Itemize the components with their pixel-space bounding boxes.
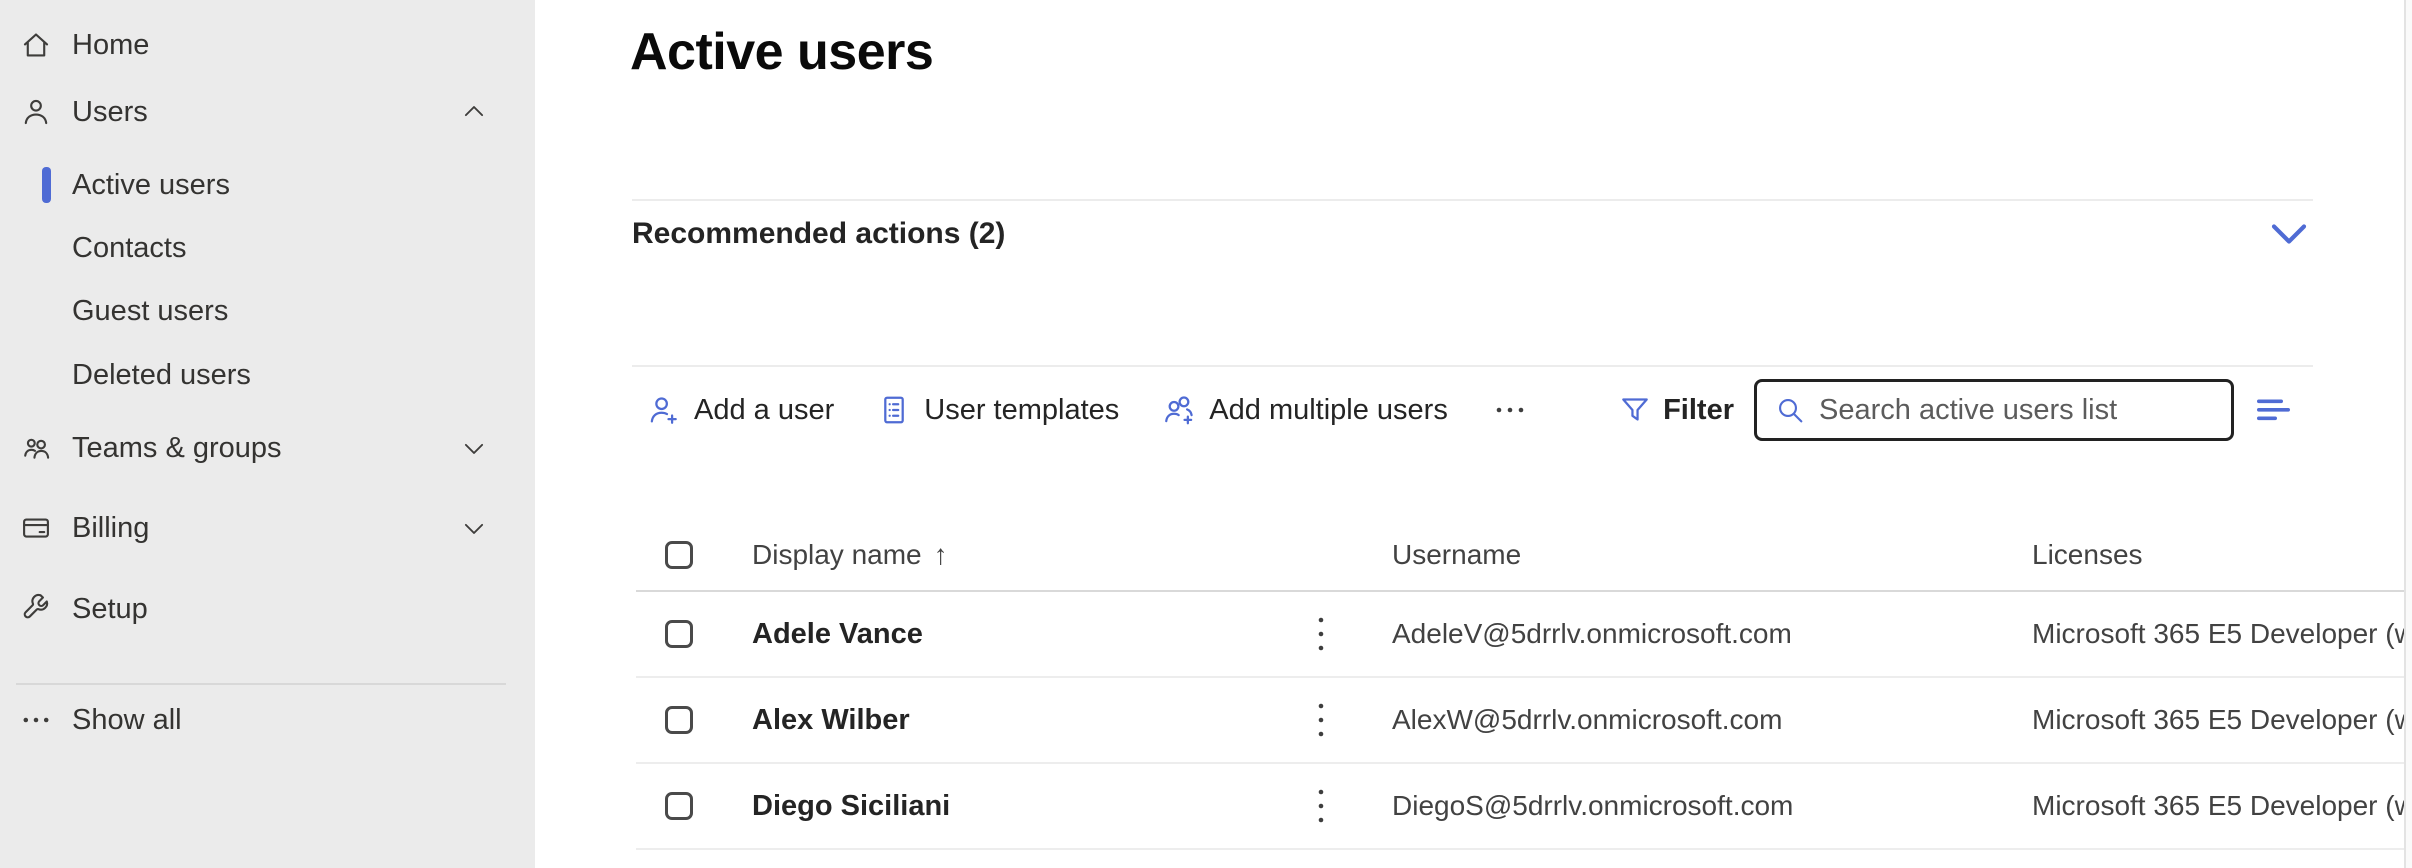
divider xyxy=(632,365,2313,367)
toolbar: Add a user User templates Add multiple u… xyxy=(646,376,2404,444)
chevron-down-icon[interactable] xyxy=(459,433,489,463)
sidebar-item-label: Deleted users xyxy=(72,359,251,392)
chevron-down-icon[interactable] xyxy=(459,513,489,543)
filter-funnel-icon xyxy=(1617,392,1653,428)
sidebar-item-contacts[interactable]: Contacts xyxy=(0,223,535,273)
home-icon xyxy=(16,28,56,62)
scrollbar[interactable] xyxy=(2404,0,2412,868)
column-header-licenses[interactable]: Licenses xyxy=(2032,539,2143,570)
cell-licenses: Microsoft 365 E5 Developer (withou xyxy=(2032,618,2404,649)
row-more-icon[interactable] xyxy=(1309,783,1333,829)
sidebar-item-label: Setup xyxy=(72,593,148,626)
sidebar-item-label: Users xyxy=(72,96,148,129)
cell-username: DiegoS@5drrlv.onmicrosoft.com xyxy=(1392,790,1793,821)
filter-lines-icon[interactable] xyxy=(2256,397,2292,423)
user-templates-icon xyxy=(876,392,912,428)
cell-display-name[interactable]: Adele Vance xyxy=(752,618,923,651)
sidebar-item-label: Show all xyxy=(72,704,182,737)
select-all-checkbox[interactable] xyxy=(665,541,693,569)
row-more-icon[interactable] xyxy=(1309,697,1333,743)
teams-groups-icon xyxy=(16,431,56,465)
add-multiple-users-button[interactable]: Add multiple users xyxy=(1161,392,1448,428)
row-checkbox[interactable] xyxy=(665,792,693,820)
more-horizontal-icon xyxy=(1494,405,1526,415)
cell-username: AlexW@5drrlv.onmicrosoft.com xyxy=(1392,704,1782,735)
wrench-icon xyxy=(16,592,56,626)
toolbar-more-button[interactable] xyxy=(1490,399,1530,421)
sidebar-item-home[interactable]: Home xyxy=(0,20,535,70)
chevron-up-icon[interactable] xyxy=(459,97,489,127)
sidebar-item-guest-users[interactable]: Guest users xyxy=(0,286,535,336)
filter-label: Filter xyxy=(1663,394,1734,427)
sidebar-item-label: Guest users xyxy=(72,295,228,328)
more-dots-icon xyxy=(16,703,56,737)
cell-username: AdeleV@5drrlv.onmicrosoft.com xyxy=(1392,618,1792,649)
page-title: Active users xyxy=(630,22,933,82)
sidebar-item-deleted-users[interactable]: Deleted users xyxy=(0,350,535,400)
selected-indicator xyxy=(42,167,51,203)
cell-licenses: Microsoft 365 E5 Developer (withou xyxy=(2032,704,2404,735)
recommended-actions-section[interactable]: Recommended actions (2) xyxy=(632,210,2313,258)
table-row[interactable]: Adele Vance AdeleV@5drrlv.onmicrosoft.co… xyxy=(636,592,2404,678)
sort-ascending-icon: ↑ xyxy=(934,539,948,571)
sidebar-item-teams-groups[interactable]: Teams & groups xyxy=(0,423,535,473)
billing-icon xyxy=(16,511,56,545)
sidebar-item-setup[interactable]: Setup xyxy=(0,584,535,634)
divider xyxy=(632,199,2313,201)
table-row[interactable]: Alex Wilber AlexW@5drrlv.onmicrosoft.com… xyxy=(636,678,2404,764)
sidebar-item-show-all[interactable]: Show all xyxy=(0,695,535,745)
search-input[interactable] xyxy=(1819,394,2217,427)
toolbar-action-label: Add multiple users xyxy=(1209,394,1448,427)
table-row[interactable]: Diego Siciliani DiegoS@5drrlv.onmicrosof… xyxy=(636,764,2404,850)
toolbar-action-label: Add a user xyxy=(694,394,834,427)
sidebar-item-label: Contacts xyxy=(72,232,186,265)
cell-display-name[interactable]: Diego Siciliani xyxy=(752,790,950,823)
row-more-icon[interactable] xyxy=(1309,611,1333,657)
add-a-user-button[interactable]: Add a user xyxy=(646,392,834,428)
sidebar-item-label: Home xyxy=(72,29,149,62)
chevron-down-icon[interactable] xyxy=(2271,223,2307,246)
sidebar-item-label: Active users xyxy=(72,169,230,202)
cell-licenses: Microsoft 365 E5 Developer (withou xyxy=(2032,790,2404,821)
active-users-table: Display name ↑ Username Licenses Adele V… xyxy=(636,520,2404,850)
column-header-username[interactable]: Username xyxy=(1392,539,1521,570)
sidebar: Home Users Active users Contacts Guest u… xyxy=(0,0,535,868)
recommended-actions-title: Recommended actions (2) xyxy=(632,217,1005,251)
row-checkbox[interactable] xyxy=(665,620,693,648)
sidebar-item-active-users[interactable]: Active users xyxy=(0,160,535,210)
sidebar-divider xyxy=(16,683,506,685)
user-icon xyxy=(16,95,56,129)
filter-button[interactable]: Filter xyxy=(1617,392,1734,428)
sidebar-item-users[interactable]: Users xyxy=(0,87,535,137)
add-multiple-users-icon xyxy=(1161,392,1197,428)
table-header-row: Display name ↑ Username Licenses xyxy=(636,520,2404,592)
sidebar-item-label: Teams & groups xyxy=(72,432,282,465)
toolbar-action-label: User templates xyxy=(924,394,1119,427)
column-header-display-name[interactable]: Display name xyxy=(752,539,922,571)
user-templates-button[interactable]: User templates xyxy=(876,392,1119,428)
cell-display-name[interactable]: Alex Wilber xyxy=(752,704,910,737)
sidebar-item-label: Billing xyxy=(72,512,149,545)
add-user-icon xyxy=(646,392,682,428)
row-checkbox[interactable] xyxy=(665,706,693,734)
search-box xyxy=(1754,379,2234,441)
toolbar-right-group: Filter xyxy=(1617,379,2404,441)
search-icon xyxy=(1773,393,1807,427)
sidebar-item-billing[interactable]: Billing xyxy=(0,503,535,553)
